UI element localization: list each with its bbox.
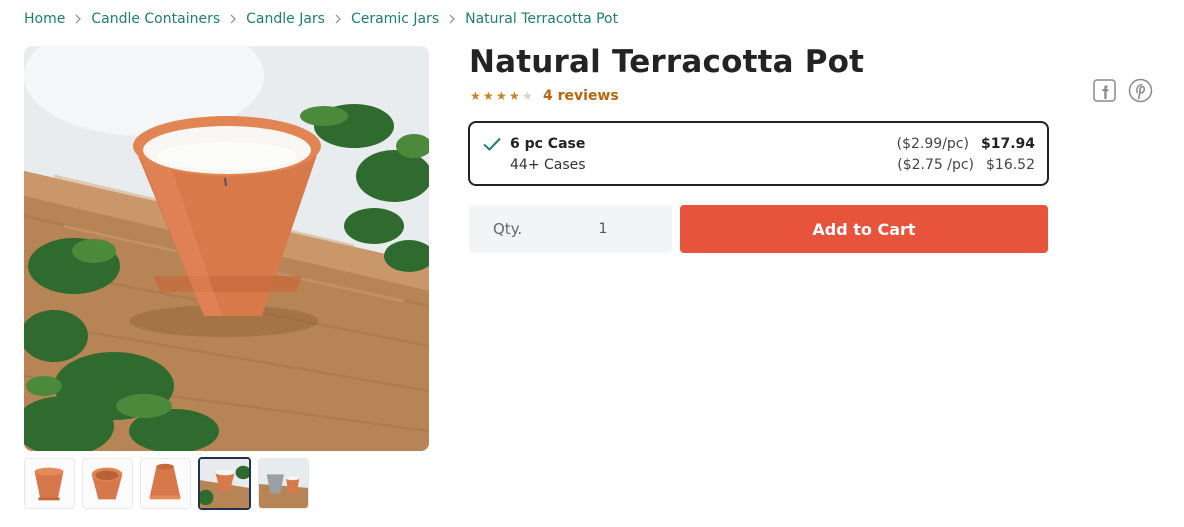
pinterest-icon [1128,78,1152,102]
chevron-right-icon [65,14,91,24]
breadcrumb-candle-jars[interactable]: Candle Jars [246,11,325,27]
price-option-unit-price: ($2.75 /pc) [897,157,974,173]
thumbnail-4[interactable] [198,457,251,510]
breadcrumb-home[interactable]: Home [24,11,65,27]
chevron-right-icon [439,14,465,24]
thumbnail-strip [24,457,309,510]
star-icon: ★ [496,89,507,103]
breadcrumb-ceramic-jars[interactable]: Ceramic Jars [351,11,439,27]
price-options-box: 6 pc Case ($2.99/pc) $17.94 44+ Cases ($… [468,121,1049,186]
star-empty-icon: ★ [522,89,533,103]
quantity-label: Qty. [493,220,523,238]
star-icon: ★ [483,89,494,103]
breadcrumb-candle-containers[interactable]: Candle Containers [91,11,220,27]
quantity-field: Qty. [469,205,672,253]
thumbnail-2[interactable] [82,458,133,509]
add-to-cart-button[interactable]: Add to Cart [680,205,1048,253]
product-main-image[interactable] [24,46,429,451]
breadcrumb-current[interactable]: Natural Terracotta Pot [465,11,618,27]
facebook-share-button[interactable] [1092,78,1116,102]
chevron-right-icon [325,14,351,24]
price-option-name: 44+ Cases [510,157,586,173]
check-icon [483,137,501,151]
price-option-unit-price: ($2.99/pc) [896,136,969,152]
thumbnail-5[interactable] [258,458,309,509]
star-icon: ★ [470,89,481,103]
rating: ★ ★ ★ ★ ★ 4 reviews [470,88,619,104]
reviews-link[interactable]: 4 reviews [543,88,619,104]
price-option-6pc-case[interactable]: 6 pc Case ($2.99/pc) $17.94 [510,136,1035,152]
product-title: Natural Terracotta Pot [469,44,865,80]
breadcrumb: Home Candle Containers Candle Jars Ceram… [24,11,618,27]
thumbnail-3[interactable] [140,458,191,509]
thumbnail-1[interactable] [24,458,75,509]
price-option-total: $17.94 [980,136,1035,152]
price-option-name: 6 pc Case [510,136,586,152]
price-option-44-cases[interactable]: 44+ Cases ($2.75 /pc) $16.52 [510,157,1035,173]
price-option-total: $16.52 [986,157,1035,173]
chevron-right-icon [220,14,246,24]
star-icon: ★ [509,89,520,103]
pinterest-share-button[interactable] [1127,77,1153,103]
quantity-input[interactable] [579,217,627,241]
facebook-icon [1092,78,1116,102]
